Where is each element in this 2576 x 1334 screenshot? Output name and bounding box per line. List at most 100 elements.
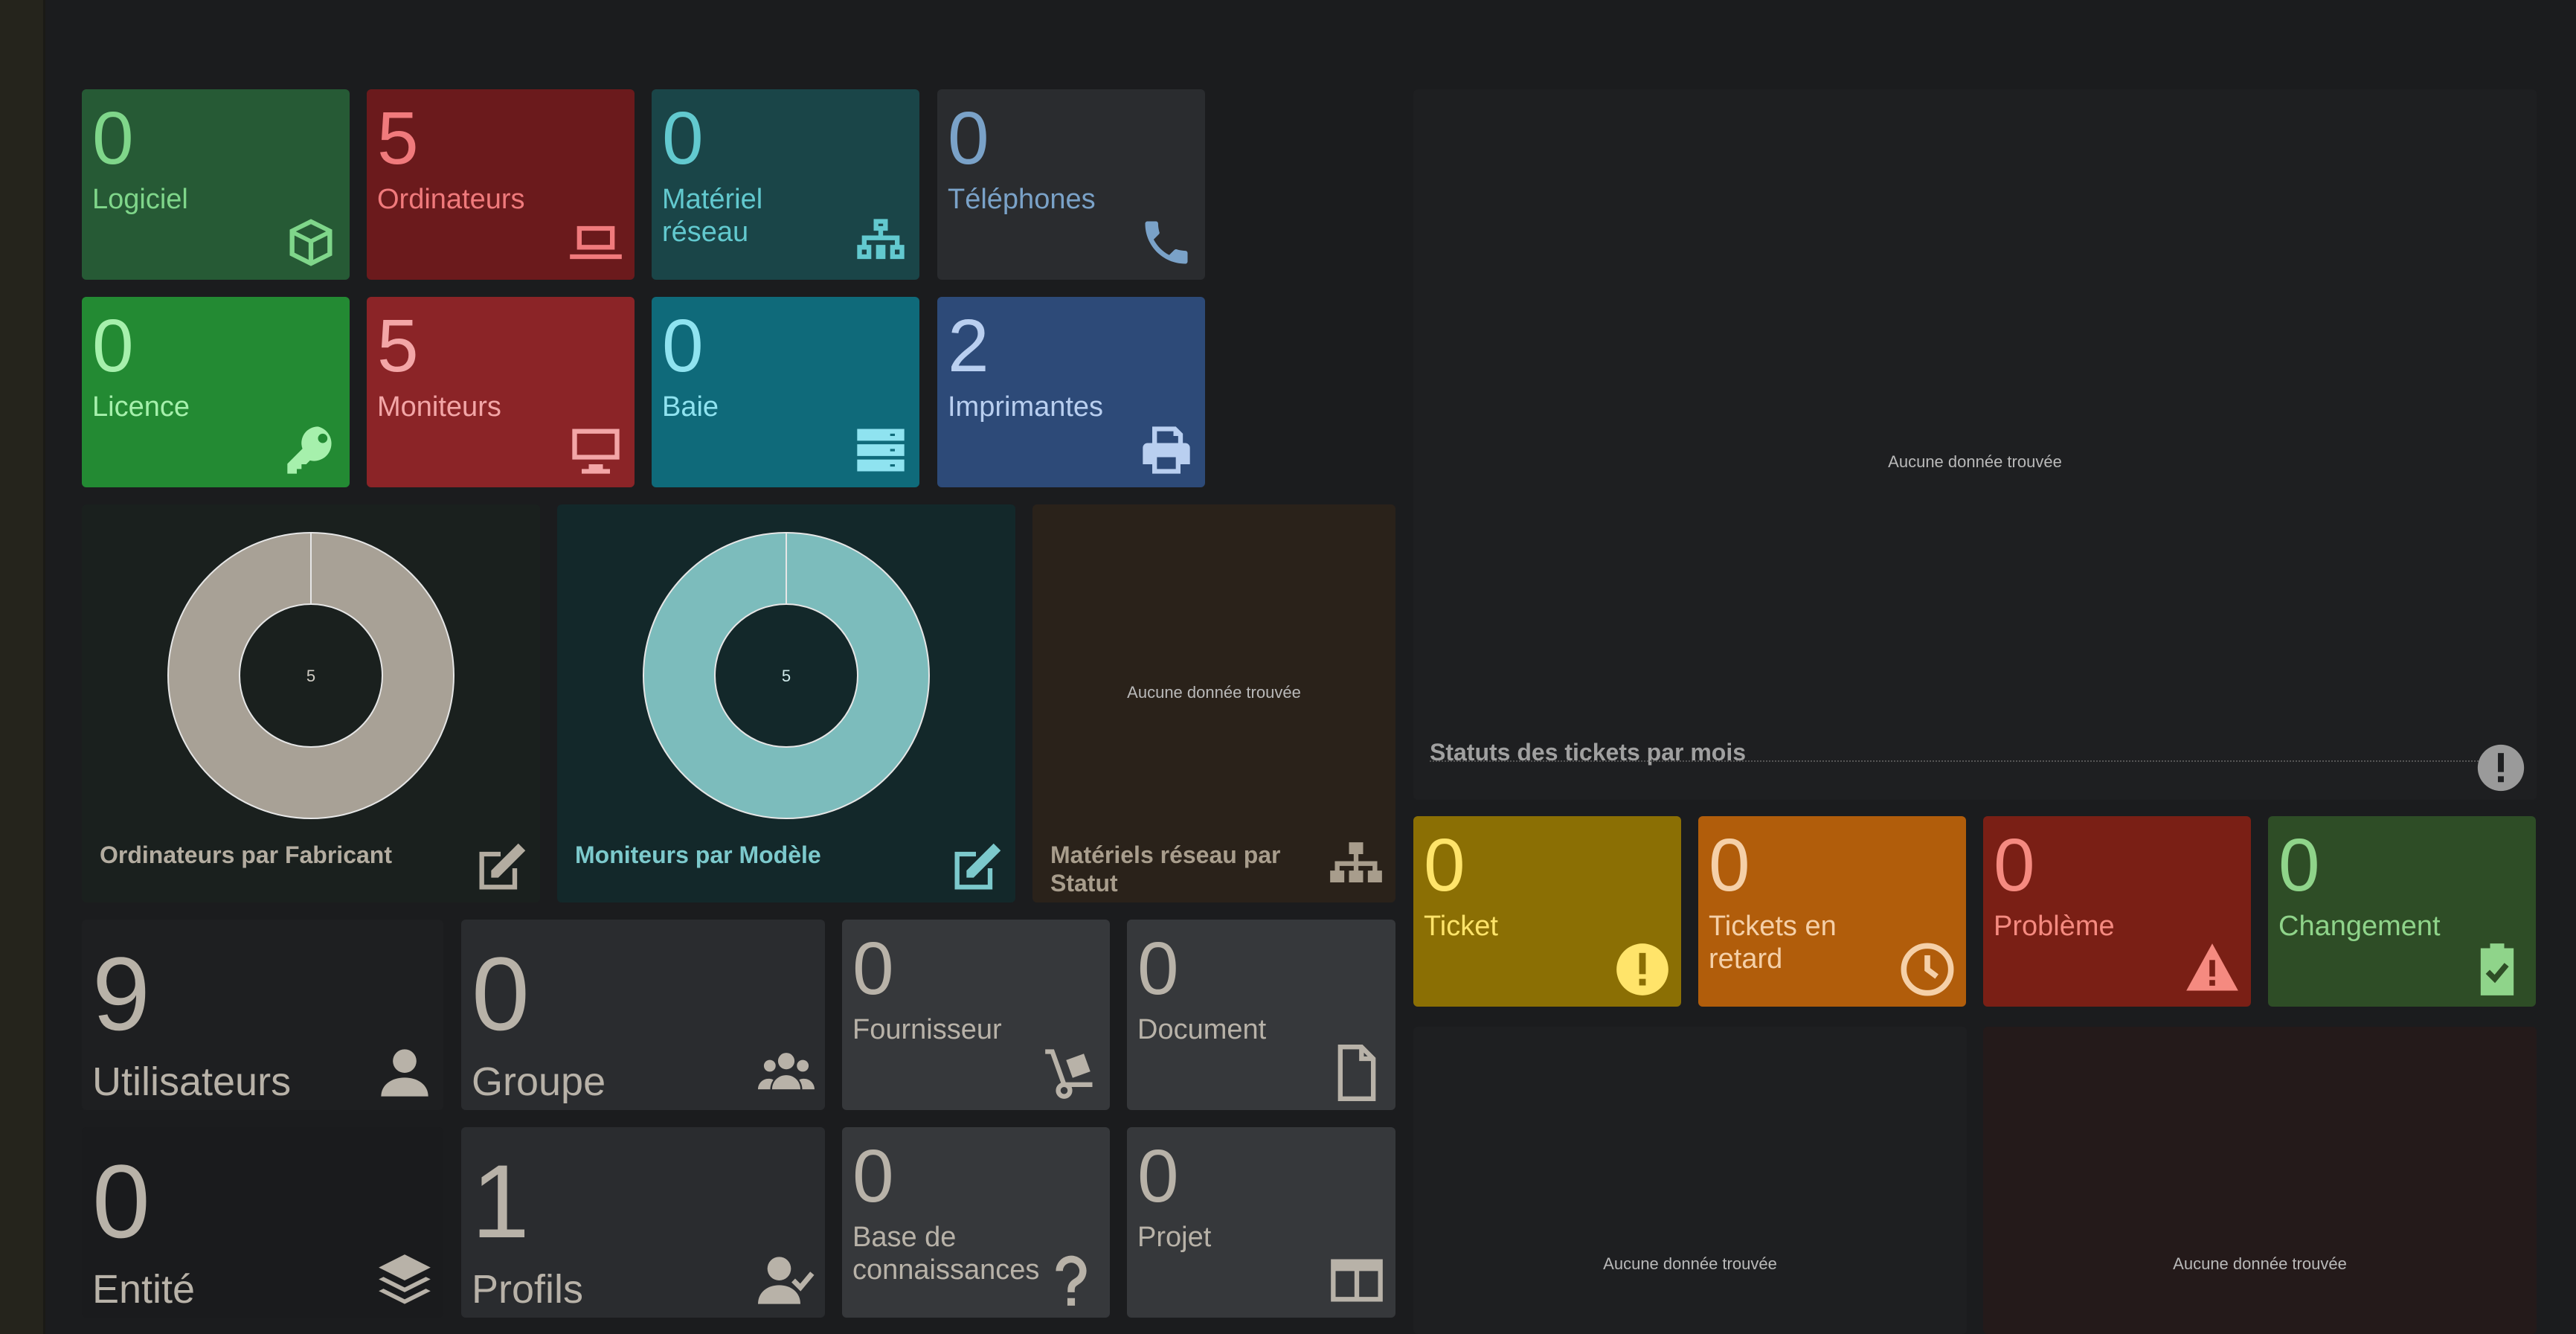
knowledge-tile[interactable]: 0 Base de connaissances [842, 1127, 1110, 1318]
software-count: 0 [92, 97, 134, 180]
title-underline [1430, 760, 2485, 762]
dolly-icon [1045, 1049, 1093, 1099]
racks-tile[interactable]: 0 Baie [652, 297, 919, 487]
phones-count: 0 [948, 97, 989, 180]
laptop-icon [570, 225, 622, 260]
late-tickets-label: Tickets en retard [1709, 911, 1837, 975]
monitor-icon [572, 429, 620, 474]
network-tile[interactable]: 0 Matériel réseau [652, 89, 919, 280]
problems-count: 0 [1994, 824, 2035, 907]
monitors-donut-chart: 5 [643, 532, 930, 819]
tickets-label: Ticket [1424, 911, 1498, 942]
monitors-label: Moniteurs [377, 391, 501, 423]
tickets-by-month-card: Aucune donnée trouvée Statuts des ticket… [1413, 89, 2537, 800]
computers-tile[interactable]: 5 Ordinateurs [367, 89, 635, 280]
question-icon [1056, 1255, 1087, 1306]
profiles-tile[interactable]: 1 Profils [461, 1127, 825, 1318]
changes-tile[interactable]: 0 Changement [2268, 816, 2536, 1007]
projects-label: Projet [1137, 1222, 1212, 1253]
no-data-text: Aucune donnée trouvée [2173, 1254, 2347, 1273]
software-tile[interactable]: 0 Logiciel [82, 89, 350, 280]
network-by-status-card: Aucune donnée trouvée Matériels réseau p… [1032, 504, 1395, 902]
network-icon [857, 219, 905, 260]
no-data-text: Aucune donnée trouvée [1888, 452, 2062, 471]
printers-label: Imprimantes [948, 391, 1104, 423]
left-sidebar [0, 0, 45, 1334]
users-label: Utilisateurs [92, 1059, 292, 1104]
computers-count: 5 [377, 97, 419, 180]
late-tickets-count: 0 [1709, 824, 1750, 907]
users-group-icon [758, 1053, 815, 1090]
computers-label: Ordinateurs [377, 184, 525, 215]
warning-icon [2186, 943, 2238, 991]
documents-count: 0 [1137, 927, 1179, 1010]
donut-center-total: 5 [782, 667, 791, 685]
monitors-tile[interactable]: 5 Moniteurs [367, 297, 635, 487]
late-tickets-tile[interactable]: 0 Tickets en retard [1698, 816, 1966, 1007]
bottom-left-chart-card: Aucune donnée trouvée [1413, 1027, 1967, 1334]
clipboard-check-icon [2480, 943, 2514, 995]
projects-tile[interactable]: 0 Projet [1127, 1127, 1395, 1318]
key-icon [287, 426, 332, 474]
printer-icon [1143, 426, 1190, 474]
sitemap-icon [1330, 842, 1382, 882]
entities-count: 0 [92, 1143, 150, 1260]
exclamation-icon [1616, 943, 1668, 995]
racks-label: Baie [662, 391, 719, 423]
groups-label: Groupe [472, 1059, 606, 1104]
problems-tile[interactable]: 0 Problème [1983, 816, 2251, 1007]
entities-tile[interactable]: 0 Entité [82, 1127, 443, 1318]
projects-count: 0 [1137, 1135, 1179, 1218]
no-data-text: Aucune donnée trouvée [1127, 683, 1301, 702]
groups-tile[interactable]: 0 Groupe [461, 920, 825, 1110]
donut-center-total: 5 [306, 667, 315, 685]
changes-label: Changement [2278, 911, 2441, 942]
edit-icon[interactable] [945, 840, 1006, 897]
users-count: 9 [92, 935, 150, 1052]
columns-icon [1331, 1259, 1383, 1302]
licenses-count: 0 [92, 304, 134, 388]
no-data-text: Aucune donnée trouvée [1603, 1254, 1777, 1273]
clock-icon [1901, 943, 1954, 996]
phone-icon [1145, 221, 1188, 264]
entities-label: Entité [92, 1267, 196, 1312]
edit-icon[interactable] [470, 840, 531, 897]
network-count: 0 [662, 97, 704, 180]
network-label: Matériel réseau [662, 184, 763, 248]
user-icon [381, 1049, 428, 1097]
exclamation-icon[interactable] [2476, 743, 2526, 793]
user-check-icon [758, 1257, 815, 1304]
licenses-tile[interactable]: 0 Licence [82, 297, 350, 487]
racks-count: 0 [662, 304, 704, 388]
server-icon [857, 429, 905, 472]
tickets-tile[interactable]: 0 Ticket [1413, 816, 1681, 1007]
cube-icon [289, 219, 333, 266]
suppliers-tile[interactable]: 0 Fournisseur [842, 920, 1110, 1110]
documents-tile[interactable]: 0 Document [1127, 920, 1395, 1110]
monitors-chart-title: Moniteurs par Modèle [575, 841, 821, 868]
monitors-by-model-card: 5 Moniteurs par Modèle [557, 504, 1015, 902]
monitors-count: 5 [377, 304, 419, 388]
computers-chart-title: Ordinateurs par Fabricant [100, 841, 392, 868]
profiles-count: 1 [472, 1143, 530, 1260]
layers-icon [379, 1254, 431, 1304]
phones-label: Téléphones [948, 184, 1096, 215]
documents-label: Document [1137, 1014, 1267, 1045]
changes-count: 0 [2278, 824, 2320, 907]
network-chart-title: Matériels réseau par Statut [1050, 841, 1281, 897]
users-tile[interactable]: 9 Utilisateurs [82, 920, 443, 1110]
computers-by-manufacturer-card: 5 Ordinateurs par Fabricant [82, 504, 540, 902]
problems-label: Problème [1994, 911, 2115, 942]
printers-count: 2 [948, 304, 989, 388]
groups-count: 0 [472, 935, 530, 1052]
printers-tile[interactable]: 2 Imprimantes [937, 297, 1205, 487]
software-label: Logiciel [92, 184, 188, 215]
tickets-count: 0 [1424, 824, 1465, 907]
knowledge-label: Base de connaissances [852, 1222, 1040, 1286]
tickets-chart-title: Statuts des tickets par mois [1430, 739, 1747, 766]
licenses-label: Licence [92, 391, 190, 423]
suppliers-count: 0 [852, 927, 894, 1010]
phones-tile[interactable]: 0 Téléphones [937, 89, 1205, 280]
computers-donut-chart: 5 [167, 532, 455, 819]
bottom-right-chart-card: Aucune donnée trouvée [1983, 1027, 2537, 1334]
